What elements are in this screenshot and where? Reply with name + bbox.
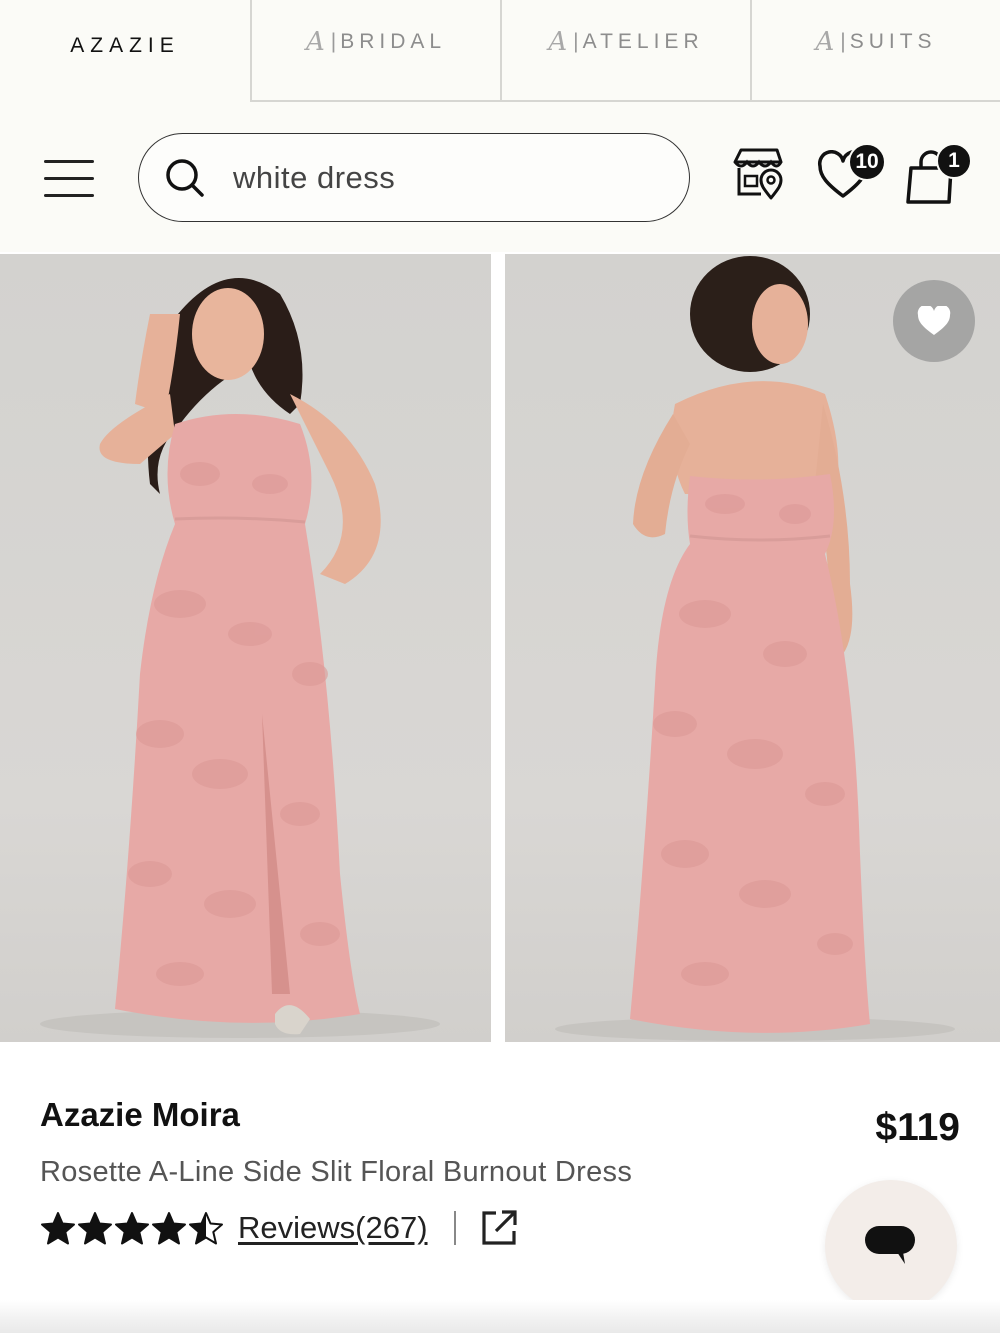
product-photo-front [40,278,440,1038]
star-icon [152,1212,186,1245]
brand-monogram-icon: A [815,27,835,57]
brand-tab-label: SUITS [849,30,937,53]
product-photo-back [555,256,955,1041]
brand-separator: | [840,30,846,53]
reviews-link[interactable]: Reviews(267) [238,1210,428,1246]
product-description[interactable]: Rosette A-Line Side Slit Floral Burnout … [40,1156,632,1189]
cart-button[interactable]: 1 [905,143,972,206]
brand-monogram-icon: A [548,27,568,57]
product-price: $119 [875,1106,960,1149]
product-name[interactable]: Azazie Moira [40,1096,240,1134]
store-locator-icon[interactable] [731,146,787,202]
star-icon [189,1212,223,1245]
search-bar[interactable] [138,133,690,222]
bottom-edge [0,1300,1000,1333]
brand-tab-bar: AZAZIE A | BRIDAL A | ATELIER A | SUITS [0,0,1000,102]
brand-tab-label: BRIDAL [340,30,447,53]
wishlist-button[interactable]: 10 [817,143,886,204]
hamburger-menu-icon[interactable] [44,160,96,198]
product-image-front[interactable] [0,254,491,1042]
search-header: 10 1 [0,102,1000,252]
chat-button[interactable] [825,1180,957,1312]
brand-tab-azazie[interactable]: AZAZIE [0,0,250,102]
star-icon [115,1212,149,1245]
rating-divider [453,1211,456,1245]
brand-monogram-icon: A [305,27,325,57]
brand-tab-suits[interactable]: A | SUITS [750,0,1000,102]
brand-tab-bridal[interactable]: A | BRIDAL [250,0,500,102]
search-icon [166,159,204,197]
star-icon [78,1212,112,1245]
brand-separator: | [330,30,337,53]
brand-tab-label: ATELIER [582,30,704,53]
search-input[interactable] [233,154,653,202]
share-external-icon[interactable] [480,1209,518,1247]
star-rating [40,1211,224,1245]
rating-row: Reviews(267) [40,1204,518,1252]
brand-tab-label: AZAZIE [70,34,180,57]
wishlist-count-badge: 10 [848,143,886,181]
add-to-wishlist-button[interactable] [893,280,975,362]
brand-separator: | [573,30,579,53]
product-image-back[interactable] [505,254,1000,1042]
brand-tab-atelier[interactable]: A | ATELIER [500,0,750,102]
star-icon [41,1212,75,1245]
heart-filled-icon [917,306,951,335]
chat-bubble-icon [865,1226,915,1264]
cart-count-badge: 1 [936,143,972,179]
